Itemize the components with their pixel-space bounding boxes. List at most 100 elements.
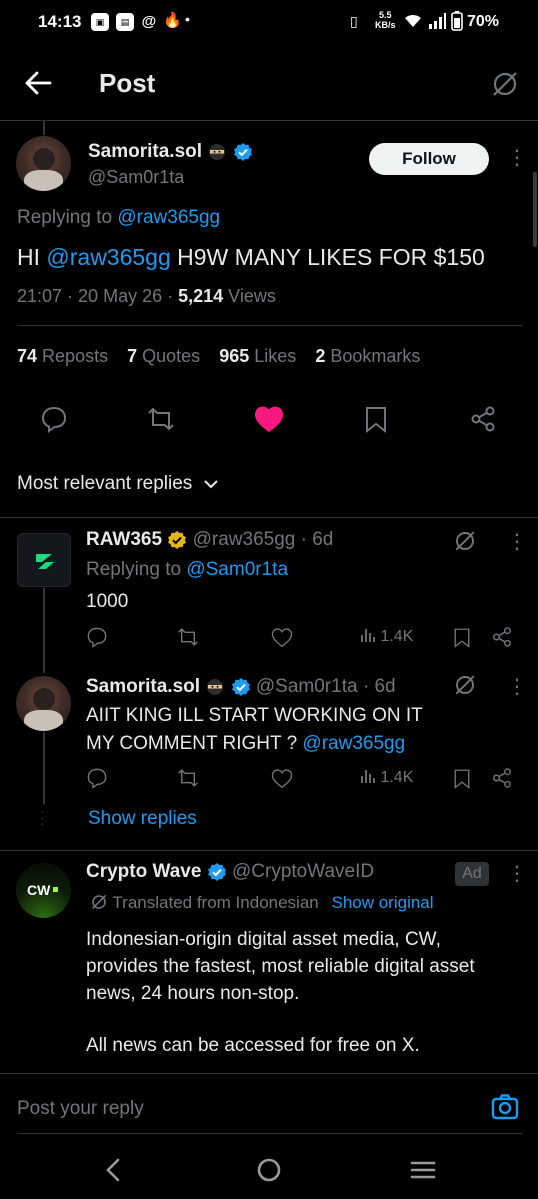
- reply-icon[interactable]: [86, 767, 108, 789]
- likes-stat[interactable]: 965 Likes: [219, 346, 296, 366]
- reply-more-menu[interactable]: ⋮: [507, 532, 527, 552]
- ad-more-menu[interactable]: ⋮: [507, 864, 527, 884]
- reply-author-name[interactable]: RAW365: [86, 529, 162, 550]
- bookmarks-stat[interactable]: 2 Bookmarks: [315, 346, 420, 366]
- like-heart-icon[interactable]: [254, 405, 284, 433]
- grok-icon[interactable]: [490, 69, 520, 99]
- like-icon[interactable]: [271, 768, 293, 789]
- post-more-menu[interactable]: ⋮: [507, 148, 527, 168]
- share-icon[interactable]: [469, 405, 497, 433]
- scrollbar[interactable]: [533, 172, 537, 247]
- post-text-prefix: HI: [17, 244, 47, 270]
- camera-icon[interactable]: [491, 1094, 519, 1120]
- network-speed-unit: KB/s: [375, 20, 396, 30]
- quotes-label: Quotes: [142, 346, 201, 366]
- bookmark-icon[interactable]: [453, 768, 471, 789]
- avatar[interactable]: CW: [16, 863, 71, 918]
- thread-line: [43, 588, 45, 673]
- replying-prefix: Replying to: [17, 207, 118, 228]
- nav-recents-icon[interactable]: [410, 1160, 436, 1180]
- reply-age: 6d: [312, 529, 334, 550]
- reply-composer: Post your reply: [0, 1073, 538, 1135]
- replying-handle-link[interactable]: @raw365gg: [117, 207, 220, 228]
- ad-author-name[interactable]: Crypto Wave: [86, 861, 201, 882]
- likes-count: 965: [219, 346, 250, 366]
- replying-handle-link[interactable]: @Sam0r1ta: [186, 559, 288, 580]
- reposts-count: 74: [17, 346, 38, 366]
- reply-input[interactable]: Post your reply: [17, 1098, 144, 1120]
- reply-author-handle[interactable]: @Sam0r1ta: [256, 676, 358, 697]
- back-arrow-icon[interactable]: [24, 70, 52, 96]
- repost-icon[interactable]: [146, 405, 176, 433]
- reply-age: 6d: [374, 676, 396, 697]
- nav-home-icon[interactable]: [257, 1158, 281, 1182]
- show-original-link[interactable]: Show original: [331, 893, 433, 912]
- reposts-label: Reposts: [42, 346, 109, 366]
- replies-divider: [0, 517, 538, 518]
- network-speed-value: 5.5: [379, 10, 392, 20]
- vibrate-icon: ▯: [350, 13, 358, 29]
- notification-app-icon: ▤: [116, 13, 134, 31]
- views-stat[interactable]: 1.4K: [360, 768, 413, 787]
- repost-icon[interactable]: [176, 767, 200, 789]
- bookmarks-label: Bookmarks: [330, 346, 421, 366]
- reply-author-name[interactable]: Samorita.sol: [86, 676, 200, 697]
- views-count: 1.4K: [380, 769, 414, 786]
- status-bar: 14:13 ▣ ▤ @ 🔥 • ▯ 5.5 KB/s 70%: [0, 0, 538, 46]
- reposts-stat[interactable]: 74 Reposts: [17, 346, 108, 366]
- share-icon[interactable]: [491, 767, 513, 789]
- bookmarks-count: 2: [315, 346, 326, 366]
- meta-divider: [17, 325, 522, 326]
- reply-header: Samorita.sol @Sam0r1ta · 6d: [86, 676, 396, 697]
- signal-icon: [429, 13, 446, 29]
- bookmark-icon[interactable]: [453, 627, 471, 648]
- views-count: 5,214: [178, 286, 224, 306]
- reply-author-handle[interactable]: @raw365gg: [193, 529, 296, 550]
- ad-author-handle[interactable]: @CryptoWaveID: [232, 861, 374, 882]
- threads-icon: @: [141, 13, 157, 30]
- ad-body-line: Indonesian-origin digital asset media, C…: [86, 929, 441, 950]
- verified-badge-icon: [207, 862, 226, 881]
- avatar[interactable]: [17, 533, 71, 587]
- post-text: HI @raw365gg H9W MANY LIKES FOR $150: [17, 244, 485, 271]
- ad-header: Crypto Wave @CryptoWaveID: [86, 861, 374, 883]
- reply-more-menu[interactable]: ⋮: [507, 677, 527, 697]
- follow-button[interactable]: Follow: [369, 143, 489, 175]
- bookmark-icon[interactable]: [364, 405, 388, 433]
- avatar[interactable]: [16, 676, 71, 731]
- quotes-stat[interactable]: 7 Quotes: [127, 346, 200, 366]
- reply-text: 1000: [86, 591, 129, 612]
- reply-mention-link[interactable]: @raw365gg: [302, 733, 405, 754]
- views-count: 1.4K: [380, 628, 414, 645]
- grok-icon[interactable]: [453, 529, 477, 553]
- sort-replies-dropdown[interactable]: Most relevant replies: [17, 473, 218, 495]
- page-title: Post: [99, 68, 156, 98]
- reply-icon[interactable]: [40, 405, 68, 433]
- ad-avatar-text: CW: [27, 882, 51, 898]
- reply-text-line: AIIT KING ILL START WORKING ON IT: [86, 705, 423, 726]
- ninja-emoji-icon: [209, 143, 226, 160]
- like-icon[interactable]: [271, 627, 293, 648]
- ad-body-line: provides the fastest, most reliable digi…: [86, 956, 475, 977]
- ad-badge: Ad: [455, 862, 489, 886]
- post-meta: 21:07 · 20 May 26 · 5,214 Views: [17, 286, 276, 306]
- reply-text-line: MY COMMENT RIGHT ?: [86, 733, 303, 754]
- quotes-count: 7: [127, 346, 138, 366]
- avatar[interactable]: [16, 136, 71, 191]
- author-name[interactable]: Samorita.sol: [88, 141, 202, 162]
- views-stat[interactable]: 1.4K: [360, 627, 413, 646]
- verified-badge-icon: [231, 677, 250, 696]
- reply-icon[interactable]: [86, 626, 108, 648]
- post-text-body: H9W MANY LIKES FOR $150: [170, 244, 485, 270]
- author-name-row[interactable]: Samorita.sol: [88, 141, 253, 163]
- views-bar-icon: [361, 770, 375, 783]
- author-handle[interactable]: @Sam0r1ta: [88, 167, 184, 188]
- show-replies-link[interactable]: Show replies: [88, 808, 197, 830]
- post-mention-link[interactable]: @raw365gg: [46, 244, 170, 270]
- battery-percent: 70%: [467, 13, 500, 30]
- nav-back-icon[interactable]: [104, 1158, 122, 1182]
- grok-icon[interactable]: [453, 673, 477, 697]
- flame-icon: 🔥: [163, 12, 182, 29]
- repost-icon[interactable]: [176, 626, 200, 648]
- share-icon[interactable]: [491, 626, 513, 648]
